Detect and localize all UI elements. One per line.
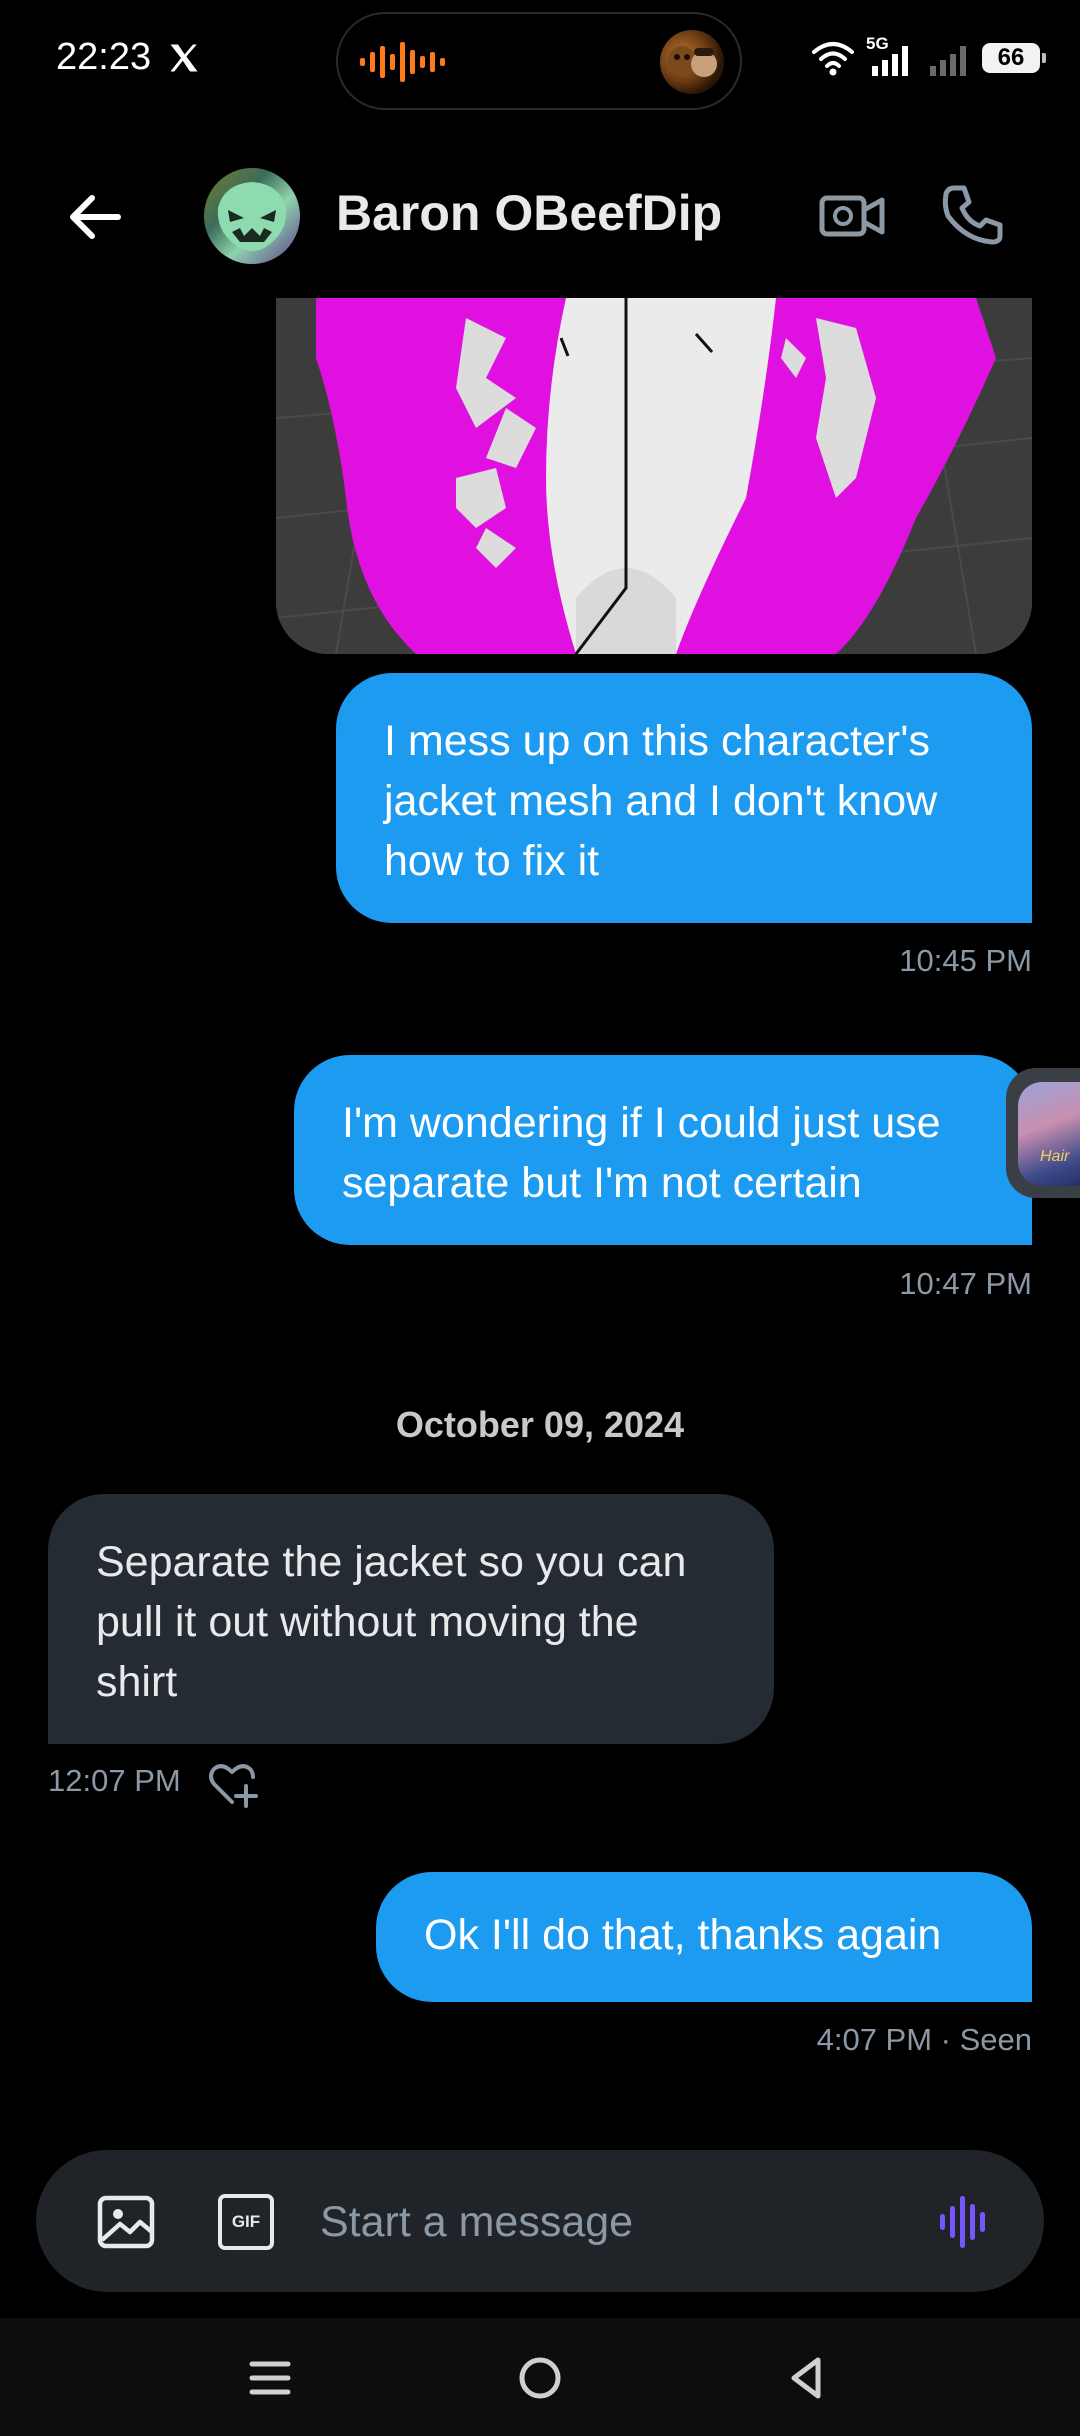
message-timestamp: 12:07 PM <box>48 1763 181 1798</box>
message-text: I mess up on this character's jacket mes… <box>384 717 938 885</box>
date-separator: October 09, 2024 <box>395 1404 685 1445</box>
status-bar: 22:23 5G 66 <box>0 0 1080 120</box>
conversation-header: Baron OBeefDip <box>0 150 1080 280</box>
back-triangle-icon[interactable] <box>778 2348 838 2408</box>
message-text: Separate the jacket so you can pull it o… <box>96 1538 687 1706</box>
cell-signal-5g: 5G <box>866 34 916 78</box>
signal-bars-2-icon <box>930 46 966 76</box>
3d-render-image <box>276 298 1032 654</box>
battery-level: 66 <box>997 44 1025 71</box>
wifi-icon <box>812 42 854 76</box>
floating-chat-head[interactable]: Hair <box>1006 1068 1080 1198</box>
message-bubble[interactable]: I'm wondering if I could just use separa… <box>294 1055 1032 1245</box>
message-bubble[interactable]: Ok I'll do that, thanks again <box>376 1872 1032 2002</box>
gif-button[interactable]: GIF <box>218 2194 274 2250</box>
message-composer: GIF <box>36 2150 1044 2292</box>
signal-bars-icon <box>872 46 908 76</box>
video-call-icon[interactable] <box>818 180 888 250</box>
message-input[interactable] <box>318 2186 922 2258</box>
status-indicators: 5G 66 <box>810 34 1046 80</box>
image-upload-icon[interactable] <box>96 2192 156 2252</box>
battery-indicator: 66 <box>982 43 1046 73</box>
contact-name[interactable]: Baron OBeefDip <box>336 184 722 242</box>
gif-label: GIF <box>231 2212 261 2231</box>
phone-icon[interactable] <box>938 180 1008 250</box>
x-logo-icon <box>170 44 198 72</box>
arrow-left-icon[interactable] <box>60 182 130 252</box>
message-text: Ok I'll do that, thanks again <box>424 1911 942 1959</box>
chat-head-image <box>1018 1082 1080 1186</box>
system-navigation-bar <box>0 2318 1080 2436</box>
message-text: I'm wondering if I could just use separa… <box>342 1099 941 1207</box>
message-timestamp: 10:47 PM <box>899 1266 1032 1301</box>
dynamic-island[interactable] <box>336 12 742 110</box>
message-timestamp-seen: 4:07 PM · Seen <box>816 2022 1032 2057</box>
audio-wave-icon <box>360 42 445 82</box>
message-bubble[interactable]: I mess up on this character's jacket mes… <box>336 673 1032 923</box>
home-icon[interactable] <box>510 2348 570 2408</box>
message-timestamp: 10:45 PM <box>899 943 1032 978</box>
voice-message-icon[interactable] <box>934 2190 998 2254</box>
message-bubble-received[interactable]: Separate the jacket so you can pull it o… <box>48 1494 774 1744</box>
now-playing-artwork <box>660 30 724 94</box>
chat-head-label: Hair <box>1040 1148 1070 1165</box>
add-reaction-heart-icon[interactable] <box>206 1758 258 1810</box>
status-time: 22:23 <box>56 36 152 78</box>
image-attachment[interactable] <box>276 298 1032 654</box>
contact-avatar[interactable] <box>204 168 300 264</box>
message-thread[interactable]: I mess up on this character's jacket mes… <box>0 298 1080 2138</box>
menu-icon[interactable] <box>240 2348 300 2408</box>
